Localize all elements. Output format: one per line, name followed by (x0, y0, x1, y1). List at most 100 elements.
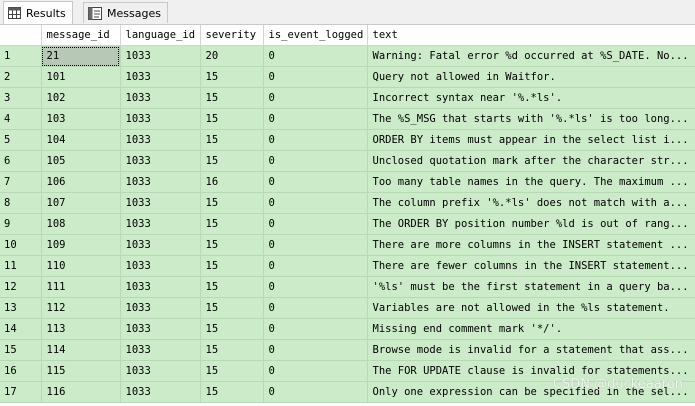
cell-severity[interactable]: 16 (200, 171, 264, 193)
row-number[interactable]: 10 (0, 234, 42, 256)
row-number[interactable]: 15 (0, 339, 42, 361)
cell-message-id[interactable]: 107 (41, 192, 121, 214)
column-header-severity[interactable]: severity (200, 25, 264, 46)
cell-message-id[interactable]: 115 (41, 360, 121, 382)
cell-severity[interactable]: 15 (200, 339, 264, 361)
cell-message-id[interactable]: 103 (41, 108, 121, 130)
table-row[interactable]: 1 21 1033 20 0 Warning: Fatal error %d occurr… (0, 45, 695, 67)
column-header-language-id[interactable]: language_id (120, 25, 201, 46)
cell-message-id[interactable]: 108 (41, 213, 121, 235)
cell-language-id[interactable]: 1033 (120, 192, 201, 214)
row-number[interactable]: 12 (0, 276, 42, 298)
row-number[interactable]: 13 (0, 297, 42, 319)
cell-is-event-logged[interactable]: 0 (263, 276, 368, 298)
cell-language-id[interactable]: 1033 (120, 87, 201, 109)
table-row[interactable]: 17 116 1033 15 0 Only one expression can be s… (0, 381, 695, 403)
cell-severity[interactable]: 15 (200, 234, 264, 256)
cell-message-id[interactable]: 21 (41, 45, 121, 67)
cell-is-event-logged[interactable]: 0 (263, 339, 368, 361)
cell-is-event-logged[interactable]: 0 (263, 234, 368, 256)
cell-text[interactable]: Missing end comment mark '*/'. (367, 318, 695, 340)
cell-is-event-logged[interactable]: 0 (263, 171, 368, 193)
table-row[interactable]: 5 104 1033 15 0 ORDER BY items must appear in… (0, 129, 695, 151)
cell-language-id[interactable]: 1033 (120, 45, 201, 67)
table-row[interactable]: 2 101 1033 15 0 Query not allowed in Waitfor. (0, 66, 695, 88)
cell-severity[interactable]: 15 (200, 318, 264, 340)
cell-message-id[interactable]: 110 (41, 255, 121, 277)
column-header-message-id[interactable]: message_id (41, 25, 121, 46)
column-header-text[interactable]: text (367, 25, 695, 46)
table-row[interactable]: 10 109 1033 15 0 There are more columns in th… (0, 234, 695, 256)
cell-text[interactable]: There are fewer columns in the INSERT st… (367, 255, 695, 277)
cell-language-id[interactable]: 1033 (120, 66, 201, 88)
row-number[interactable]: 16 (0, 360, 42, 382)
table-row[interactable]: 11 110 1033 15 0 There are fewer columns in t… (0, 255, 695, 277)
cell-language-id[interactable]: 1033 (120, 318, 201, 340)
cell-language-id[interactable]: 1033 (120, 360, 201, 382)
row-number[interactable]: 1 (0, 45, 42, 67)
cell-severity[interactable]: 15 (200, 255, 264, 277)
cell-is-event-logged[interactable]: 0 (263, 66, 368, 88)
cell-message-id[interactable]: 101 (41, 66, 121, 88)
cell-is-event-logged[interactable]: 0 (263, 87, 368, 109)
cell-is-event-logged[interactable]: 0 (263, 129, 368, 151)
cell-text[interactable]: Warning: Fatal error %d occurred at %S_D… (367, 45, 695, 67)
cell-text[interactable]: '%ls' must be the first statement in a q… (367, 276, 695, 298)
cell-message-id[interactable]: 104 (41, 129, 121, 151)
row-number[interactable]: 14 (0, 318, 42, 340)
cell-is-event-logged[interactable]: 0 (263, 45, 368, 67)
cell-severity[interactable]: 15 (200, 129, 264, 151)
cell-text[interactable]: The column prefix '%.*ls' does not match… (367, 192, 695, 214)
cell-text[interactable]: The %S_MSG that starts with '%.*ls' is t… (367, 108, 695, 130)
row-number[interactable]: 7 (0, 171, 42, 193)
cell-is-event-logged[interactable]: 0 (263, 360, 368, 382)
row-number[interactable]: 5 (0, 129, 42, 151)
cell-message-id[interactable]: 112 (41, 297, 121, 319)
cell-language-id[interactable]: 1033 (120, 276, 201, 298)
cell-language-id[interactable]: 1033 (120, 129, 201, 151)
cell-text[interactable]: The ORDER BY position number %ld is out … (367, 213, 695, 235)
cell-language-id[interactable]: 1033 (120, 108, 201, 130)
table-row[interactable]: 15 114 1033 15 0 Browse mode is invalid for a… (0, 339, 695, 361)
cell-text[interactable]: Unclosed quotation mark after the charac… (367, 150, 695, 172)
cell-is-event-logged[interactable]: 0 (263, 318, 368, 340)
cell-severity[interactable]: 15 (200, 297, 264, 319)
cell-is-event-logged[interactable]: 0 (263, 192, 368, 214)
table-row[interactable]: 14 113 1033 15 0 Missing end comment mark '*/… (0, 318, 695, 340)
cell-severity[interactable]: 15 (200, 192, 264, 214)
cell-message-id[interactable]: 114 (41, 339, 121, 361)
cell-message-id[interactable]: 113 (41, 318, 121, 340)
table-row[interactable]: 3 102 1033 15 0 Incorrect syntax near '%.*ls'… (0, 87, 695, 109)
cell-severity[interactable]: 15 (200, 108, 264, 130)
cell-language-id[interactable]: 1033 (120, 234, 201, 256)
table-row[interactable]: 13 112 1033 15 0 Variables are not allowed in… (0, 297, 695, 319)
cell-text[interactable]: Variables are not allowed in the %ls sta… (367, 297, 695, 319)
tab-results[interactable]: Results (3, 1, 73, 24)
cell-message-id[interactable]: 111 (41, 276, 121, 298)
row-number[interactable]: 4 (0, 108, 42, 130)
cell-severity[interactable]: 15 (200, 213, 264, 235)
row-number[interactable]: 8 (0, 192, 42, 214)
cell-text[interactable]: Query not allowed in Waitfor. (367, 66, 695, 88)
table-row[interactable]: 8 107 1033 15 0 The column prefix '%.*ls' doe… (0, 192, 695, 214)
cell-language-id[interactable]: 1033 (120, 339, 201, 361)
table-row[interactable]: 16 115 1033 15 0 The FOR UPDATE clause is inv… (0, 360, 695, 382)
row-number[interactable]: 9 (0, 213, 42, 235)
cell-language-id[interactable]: 1033 (120, 171, 201, 193)
row-number[interactable]: 3 (0, 87, 42, 109)
cell-message-id[interactable]: 105 (41, 150, 121, 172)
cell-language-id[interactable]: 1033 (120, 255, 201, 277)
cell-is-event-logged[interactable]: 0 (263, 213, 368, 235)
cell-message-id[interactable]: 102 (41, 87, 121, 109)
cell-severity[interactable]: 15 (200, 381, 264, 403)
cell-message-id[interactable]: 116 (41, 381, 121, 403)
cell-text[interactable]: Browse mode is invalid for a statement t… (367, 339, 695, 361)
row-number[interactable]: 6 (0, 150, 42, 172)
table-row[interactable]: 9 108 1033 15 0 The ORDER BY position number … (0, 213, 695, 235)
cell-text[interactable]: ORDER BY items must appear in the select… (367, 129, 695, 151)
cell-message-id[interactable]: 109 (41, 234, 121, 256)
cell-is-event-logged[interactable]: 0 (263, 150, 368, 172)
cell-language-id[interactable]: 1033 (120, 381, 201, 403)
column-header-is-event-logged[interactable]: is_event_logged (263, 25, 368, 46)
cell-text[interactable]: The FOR UPDATE clause is invalid for sta… (367, 360, 695, 382)
